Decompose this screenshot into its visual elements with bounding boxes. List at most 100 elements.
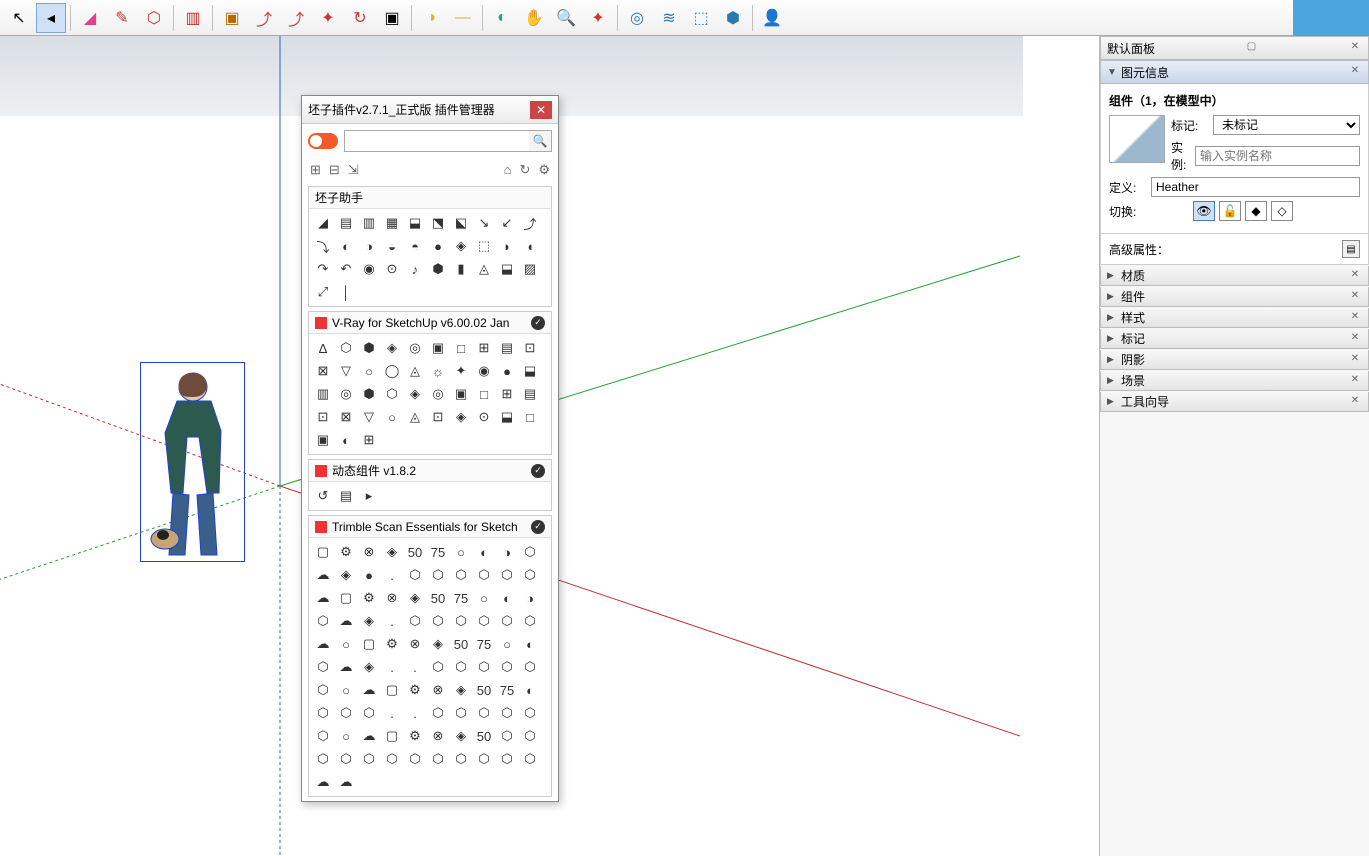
- plugin-tool-icon[interactable]: ↙: [497, 213, 517, 233]
- plugin-tool-icon[interactable]: ▣: [428, 338, 448, 358]
- plugin-tool-icon[interactable]: □: [520, 407, 540, 427]
- plugin-tool-icon[interactable]: ○: [382, 407, 402, 427]
- plugin-tool-icon[interactable]: ⬡: [313, 726, 333, 746]
- plugin-tool-icon[interactable]: ⊞: [359, 430, 379, 450]
- action-refresh-icon[interactable]: ↻: [519, 162, 530, 178]
- plugin-tool-icon[interactable]: ▦: [382, 213, 402, 233]
- plugin-tool-icon[interactable]: ◈: [451, 680, 471, 700]
- eraser-tool[interactable]: ◢: [75, 3, 105, 33]
- plugin-tool-icon[interactable]: ⬕: [451, 213, 471, 233]
- plugin-tool-icon[interactable]: ☁: [336, 611, 356, 631]
- plugin-tool-icon[interactable]: ⬓: [497, 407, 517, 427]
- plugin-tool-icon[interactable]: ☁: [313, 588, 333, 608]
- plugin-tool-icon[interactable]: ⬡: [313, 749, 333, 769]
- toggle-visible-icon[interactable]: 👁: [1193, 201, 1215, 221]
- orbit-tool[interactable]: ◐: [487, 3, 517, 33]
- accordion-样式[interactable]: ▶样式✕: [1100, 308, 1369, 328]
- definition-input[interactable]: [1151, 177, 1360, 197]
- plugin-tool-icon[interactable]: .: [405, 703, 425, 723]
- plugin-tool-icon[interactable]: ▽: [359, 407, 379, 427]
- tape-tool[interactable]: ◑: [416, 3, 446, 33]
- plugin-tool-icon[interactable]: ☁: [313, 565, 333, 585]
- plugin-tool-icon[interactable]: ◈: [405, 588, 425, 608]
- plugin-tool-icon[interactable]: 75: [428, 542, 448, 562]
- plugin-tool-icon[interactable]: ◯: [382, 361, 402, 381]
- material-thumb[interactable]: [1109, 115, 1165, 163]
- plugin-tool-icon[interactable]: ⬡: [313, 657, 333, 677]
- plugin-tool-icon[interactable]: □: [474, 384, 494, 404]
- plugin-tool-icon[interactable]: ◑: [359, 236, 379, 256]
- selection-box[interactable]: [140, 362, 245, 562]
- plugin-tool-icon[interactable]: 50: [474, 726, 494, 746]
- adv-properties[interactable]: 高级属性： ▤: [1100, 234, 1369, 265]
- plugin-tool-icon[interactable]: ⬡: [474, 565, 494, 585]
- plugin-tool-icon[interactable]: ○: [474, 588, 494, 608]
- plugin-tool-icon[interactable]: ◉: [474, 361, 494, 381]
- arc-tool[interactable]: ⬡: [139, 3, 169, 33]
- plugin-tool-icon[interactable]: ▣: [313, 430, 333, 450]
- plugin-tool-icon[interactable]: ▥: [313, 384, 333, 404]
- tag-select[interactable]: 未标记: [1213, 115, 1360, 135]
- plugin-tool-icon[interactable]: ◈: [451, 407, 471, 427]
- plugin-tool-icon[interactable]: ◒: [382, 236, 402, 256]
- close-icon[interactable]: ✕: [1348, 41, 1362, 55]
- plugin-tool-icon[interactable]: ⊗: [428, 680, 448, 700]
- plugin-tool-icon[interactable]: ⬡: [497, 703, 517, 723]
- plugin-tool-icon[interactable]: ⬡: [428, 565, 448, 585]
- plugin-tool-icon[interactable]: ⬡: [520, 565, 540, 585]
- user-icon[interactable]: 👤: [757, 3, 787, 33]
- plugin-tool-icon[interactable]: ∆: [313, 338, 333, 358]
- plugin-tool-icon[interactable]: ⊗: [405, 634, 425, 654]
- plugin-tool-icon[interactable]: □: [451, 338, 471, 358]
- plugin-tool-icon[interactable]: ◉: [359, 259, 379, 279]
- plugin-tool-icon[interactable]: ◈: [359, 657, 379, 677]
- plugin-tool-icon[interactable]: ◬: [474, 259, 494, 279]
- accordion-材质[interactable]: ▶材质✕: [1100, 266, 1369, 286]
- plugin-tool-icon[interactable]: 50: [451, 634, 471, 654]
- plugin-tool-icon[interactable]: ▨: [520, 259, 540, 279]
- close-icon[interactable]: ✕: [1348, 290, 1362, 304]
- entity-info-header[interactable]: ▼ 图元信息 ✕: [1100, 60, 1369, 84]
- plugin-tool-icon[interactable]: ⤵: [313, 236, 333, 256]
- collapse-icon[interactable]: ▼: [1107, 67, 1117, 78]
- plugin-tool-icon[interactable]: ◐: [336, 430, 356, 450]
- plugin-tool-icon[interactable]: ⬡: [451, 565, 471, 585]
- section-header[interactable]: 动态组件 v1.8.2✓: [309, 460, 551, 482]
- close-icon[interactable]: ✕: [1348, 374, 1362, 388]
- plugin-tool-icon[interactable]: ▥: [359, 213, 379, 233]
- rect-tool[interactable]: ▥: [178, 3, 208, 33]
- plugin-tool-icon[interactable]: ☁: [336, 657, 356, 677]
- accordion-阴影[interactable]: ▶阴影✕: [1100, 350, 1369, 370]
- plugin-tool-icon[interactable]: ◈: [359, 611, 379, 631]
- tray-title[interactable]: 默认面板 ▢ ✕: [1100, 36, 1369, 60]
- plugin-tool-icon[interactable]: ◐: [520, 680, 540, 700]
- plugin-tool-icon[interactable]: ⬡: [520, 703, 540, 723]
- plugin-tool-icon[interactable]: ◓: [405, 236, 425, 256]
- plugin-tool-icon[interactable]: ▢: [313, 542, 333, 562]
- select-tool[interactable]: ↖: [4, 3, 34, 33]
- plugin-tool-icon[interactable]: ◈: [382, 542, 402, 562]
- dialog-close-button[interactable]: ✕: [530, 101, 552, 119]
- plugin-tool-icon[interactable]: ⬡: [336, 703, 356, 723]
- plugin-tool-icon[interactable]: ⬡: [428, 749, 448, 769]
- plugin-tool-icon[interactable]: ⬓: [520, 361, 540, 381]
- plugin-tool-icon[interactable]: ⬡: [382, 384, 402, 404]
- plugin-tool-icon[interactable]: ⬡: [405, 565, 425, 585]
- plugin-tool-icon[interactable]: ⬡: [497, 611, 517, 631]
- plugin-tool-icon[interactable]: ⬡: [405, 611, 425, 631]
- plugin-tool-icon[interactable]: ▣: [451, 384, 471, 404]
- plugin-tool-icon[interactable]: ⊠: [336, 407, 356, 427]
- accordion-标记[interactable]: ▶标记✕: [1100, 329, 1369, 349]
- plugin-tool-icon[interactable]: ⬢: [359, 338, 379, 358]
- action-home-icon[interactable]: ⌂: [504, 162, 512, 178]
- followme-tool[interactable]: ⤴: [249, 3, 279, 33]
- plugin-tool-icon[interactable]: ⬡: [428, 703, 448, 723]
- plugin-tool-icon[interactable]: ⊠: [313, 361, 333, 381]
- plugin-tool-icon[interactable]: ⬡: [405, 749, 425, 769]
- pan-tool[interactable]: ✋: [519, 3, 549, 33]
- plugin-tool-icon[interactable]: 75: [474, 634, 494, 654]
- accordion-组件[interactable]: ▶组件✕: [1100, 287, 1369, 307]
- plugin-tool-icon[interactable]: ⚙: [405, 726, 425, 746]
- plugin-tool-icon[interactable]: ⊡: [428, 407, 448, 427]
- plugin-tool-icon[interactable]: ◐: [474, 542, 494, 562]
